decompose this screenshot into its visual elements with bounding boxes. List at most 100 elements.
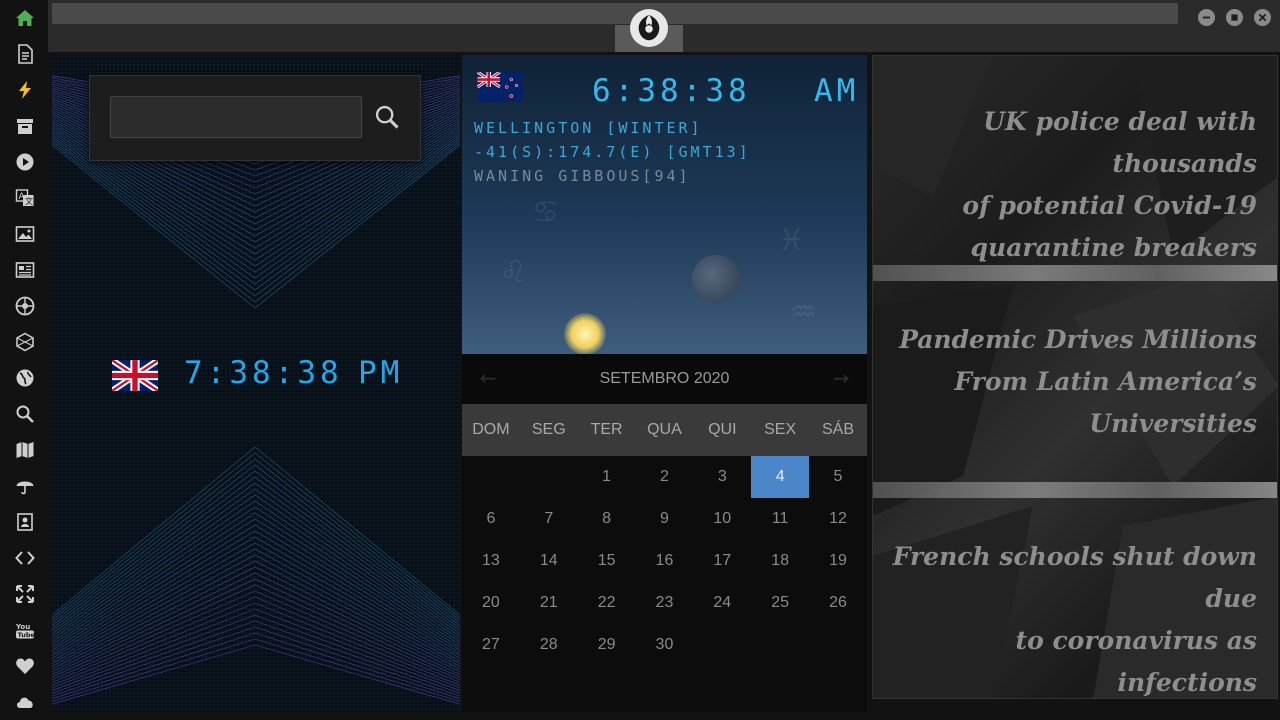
calendar-day[interactable]: 6: [462, 498, 520, 540]
calendar-day[interactable]: 15: [578, 540, 636, 582]
calendar-day[interactable]: 23: [636, 582, 694, 624]
map-icon[interactable]: [14, 439, 36, 461]
calendar-day[interactable]: 18: [751, 540, 809, 582]
calendar-empty-cell: [462, 456, 520, 498]
coordinates-label: -41(S):174.7(E) [GMT13]: [474, 143, 751, 161]
calendar-day[interactable]: 3: [693, 456, 751, 498]
search-icon[interactable]: [14, 403, 36, 425]
calendar-grid: 1 2 3 4 5 6 7 8 9 10 11 12 13 14 15 16 17 18 19 20 21 22 23 24 2…: [462, 456, 867, 666]
news-headline-1[interactable]: UK police deal with thousands of potenti…: [873, 101, 1257, 269]
weekday-label: SÁB: [821, 421, 854, 438]
calendar-week-row: 6 7 8 9 10 11 12: [462, 498, 867, 540]
calendar-empty-cell: [693, 624, 751, 666]
calendar-day-selected[interactable]: 4: [751, 456, 810, 498]
search-button[interactable]: [370, 100, 404, 134]
calendar-day[interactable]: 1: [578, 456, 636, 498]
calendar-day[interactable]: 12: [809, 498, 867, 540]
calendar-week-row: 20 21 22 23 24 25 26: [462, 582, 867, 624]
heart-icon[interactable]: [14, 655, 36, 677]
news-panel: UK police deal with thousands of potenti…: [872, 55, 1278, 699]
address-bar[interactable]: [52, 3, 1178, 24]
nz-ampm: AM: [814, 73, 860, 109]
document-icon[interactable]: [14, 43, 36, 65]
calendar-day[interactable]: 7: [520, 498, 578, 540]
weekday-label: DOM: [472, 421, 510, 438]
calendar-day[interactable]: 19: [809, 540, 867, 582]
calendar-day[interactable]: 25: [751, 582, 809, 624]
news-headline-2[interactable]: Pandemic Drives Millions From Latin Amer…: [899, 319, 1257, 445]
weekday-label: SEG: [531, 421, 566, 438]
calendar-day[interactable]: 27: [462, 624, 520, 666]
calendar-day[interactable]: 2: [636, 456, 694, 498]
umbrella-icon[interactable]: [14, 475, 36, 497]
cloud-icon[interactable]: [14, 691, 36, 713]
maximize-button[interactable]: [1226, 9, 1243, 26]
nz-flag-icon: [477, 72, 523, 102]
contacts-icon[interactable]: [14, 511, 36, 533]
rebel-alliance-logo[interactable]: [630, 9, 668, 47]
news-divider: [873, 482, 1277, 498]
calendar-day[interactable]: 14: [520, 540, 578, 582]
calendar-day[interactable]: 29: [578, 624, 636, 666]
calendar-day[interactable]: 11: [751, 498, 809, 540]
calendar-day[interactable]: 8: [578, 498, 636, 540]
expand-icon[interactable]: [14, 583, 36, 605]
hexagon-icon[interactable]: [14, 331, 36, 353]
newspaper-icon[interactable]: [14, 259, 36, 281]
zodiac-aquarius-icon: ♒: [790, 295, 817, 330]
weekday-label: TER: [590, 421, 623, 438]
calendar-month-label: SETEMBRO 2020: [599, 370, 730, 387]
archive-icon[interactable]: [14, 115, 36, 137]
nz-weather-panel: ♋ ♌ ♓ ♒ 6:38:38 AM WELLINGTON [WINTER] -…: [462, 55, 867, 354]
calendar-day[interactable]: 28: [520, 624, 578, 666]
prev-month-button[interactable]: ←: [476, 366, 500, 390]
calendar-day[interactable]: 30: [636, 624, 694, 666]
play-icon[interactable]: [14, 151, 36, 173]
code-icon[interactable]: [14, 547, 36, 569]
calendar-day[interactable]: 26: [809, 582, 867, 624]
translate-icon[interactable]: A文: [14, 187, 36, 209]
calendar-week-row: 12345: [462, 456, 867, 498]
calendar-day[interactable]: 16: [636, 540, 694, 582]
calendar-day[interactable]: 22: [578, 582, 636, 624]
svg-text:文: 文: [25, 196, 33, 206]
calendar-day[interactable]: 13: [462, 540, 520, 582]
location-label: WELLINGTON [WINTER]: [474, 119, 703, 137]
sidebar: A文 You Tube: [0, 0, 48, 720]
moon-phase-label: WANING GIBBOUS[94]: [474, 167, 691, 185]
calendar-day[interactable]: 17: [693, 540, 751, 582]
calendar-day[interactable]: 20: [462, 582, 520, 624]
calendar-day[interactable]: 5: [809, 456, 867, 498]
search-input[interactable]: [110, 96, 362, 138]
svg-text:You: You: [15, 623, 30, 631]
app-window: A文 You Tube 7:38:38 PM ♋ ♌ ♓ ♒ 6:38:38 A…: [0, 0, 1280, 720]
calendar-week-row: 13 14 15 16 17 18 19: [462, 540, 867, 582]
calendar: ← SETEMBRO 2020 → DOM SEG TER QUA QUI SE…: [462, 354, 867, 712]
zodiac-cancer-icon: ♋: [532, 195, 559, 230]
globe-icon[interactable]: [14, 367, 36, 389]
home-icon[interactable]: [14, 7, 36, 29]
calendar-header: ← SETEMBRO 2020 →: [462, 354, 867, 404]
calendar-day[interactable]: 9: [636, 498, 694, 540]
youtube-icon[interactable]: You Tube: [14, 619, 36, 641]
news-headline-3[interactable]: French schools shut down due to coronavi…: [873, 536, 1257, 698]
lightning-icon[interactable]: [14, 79, 36, 101]
image-icon[interactable]: [14, 223, 36, 245]
calendar-day[interactable]: 24: [693, 582, 751, 624]
calendar-empty-cell: [809, 624, 867, 666]
search-box: [89, 75, 421, 161]
weekday-label: QUI: [708, 421, 737, 438]
uk-ampm: PM: [358, 355, 404, 391]
rebel-icon[interactable]: [14, 295, 36, 317]
calendar-day[interactable]: 10: [693, 498, 751, 540]
weekday-label: SEX: [764, 421, 797, 438]
uk-clock-panel: 7:38:38 PM: [52, 55, 460, 712]
calendar-day[interactable]: 21: [520, 582, 578, 624]
sun-graphic: [564, 313, 606, 354]
next-month-button[interactable]: →: [829, 366, 853, 390]
calendar-week-row: 27 28 29 30: [462, 624, 867, 666]
minimize-button[interactable]: [1198, 9, 1215, 26]
moon-graphic: [692, 255, 740, 303]
magnifier-icon: [375, 105, 399, 129]
close-button[interactable]: [1254, 9, 1271, 26]
